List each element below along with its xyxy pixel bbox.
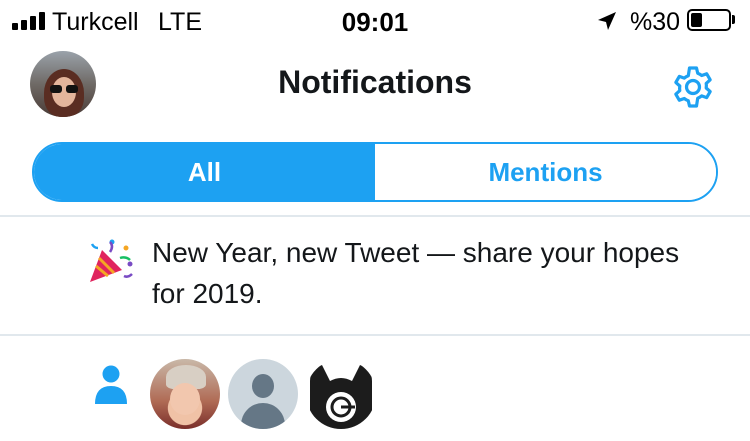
divider [0, 215, 750, 217]
party-popper-icon [90, 239, 133, 282]
battery-percentage: %30 [630, 8, 681, 36]
battery-icon [687, 9, 731, 31]
promo-notification-text[interactable]: New Year, new Tweet — share your hopes f… [152, 232, 712, 314]
location-arrow-icon [598, 12, 616, 30]
page-title: Notifications [278, 64, 472, 100]
tab-mentions[interactable]: Mentions [375, 144, 716, 200]
follower-avatar[interactable] [150, 359, 220, 429]
cat-logo-icon [310, 365, 372, 429]
avatar-body [241, 403, 285, 429]
avatar-head [252, 374, 274, 398]
avatar-face [170, 383, 200, 415]
default-avatar[interactable] [228, 359, 298, 429]
battery-fill [691, 13, 702, 27]
status-bar: Turkcell LTE 09:01 %30 [0, 0, 750, 42]
tab-all[interactable]: All [34, 144, 375, 200]
battery-nub [732, 15, 735, 24]
divider [0, 334, 750, 336]
notification-tabs: All Mentions [32, 142, 718, 202]
person-icon [95, 365, 127, 404]
gear-icon[interactable] [670, 64, 716, 110]
follower-avatar[interactable] [306, 359, 376, 429]
